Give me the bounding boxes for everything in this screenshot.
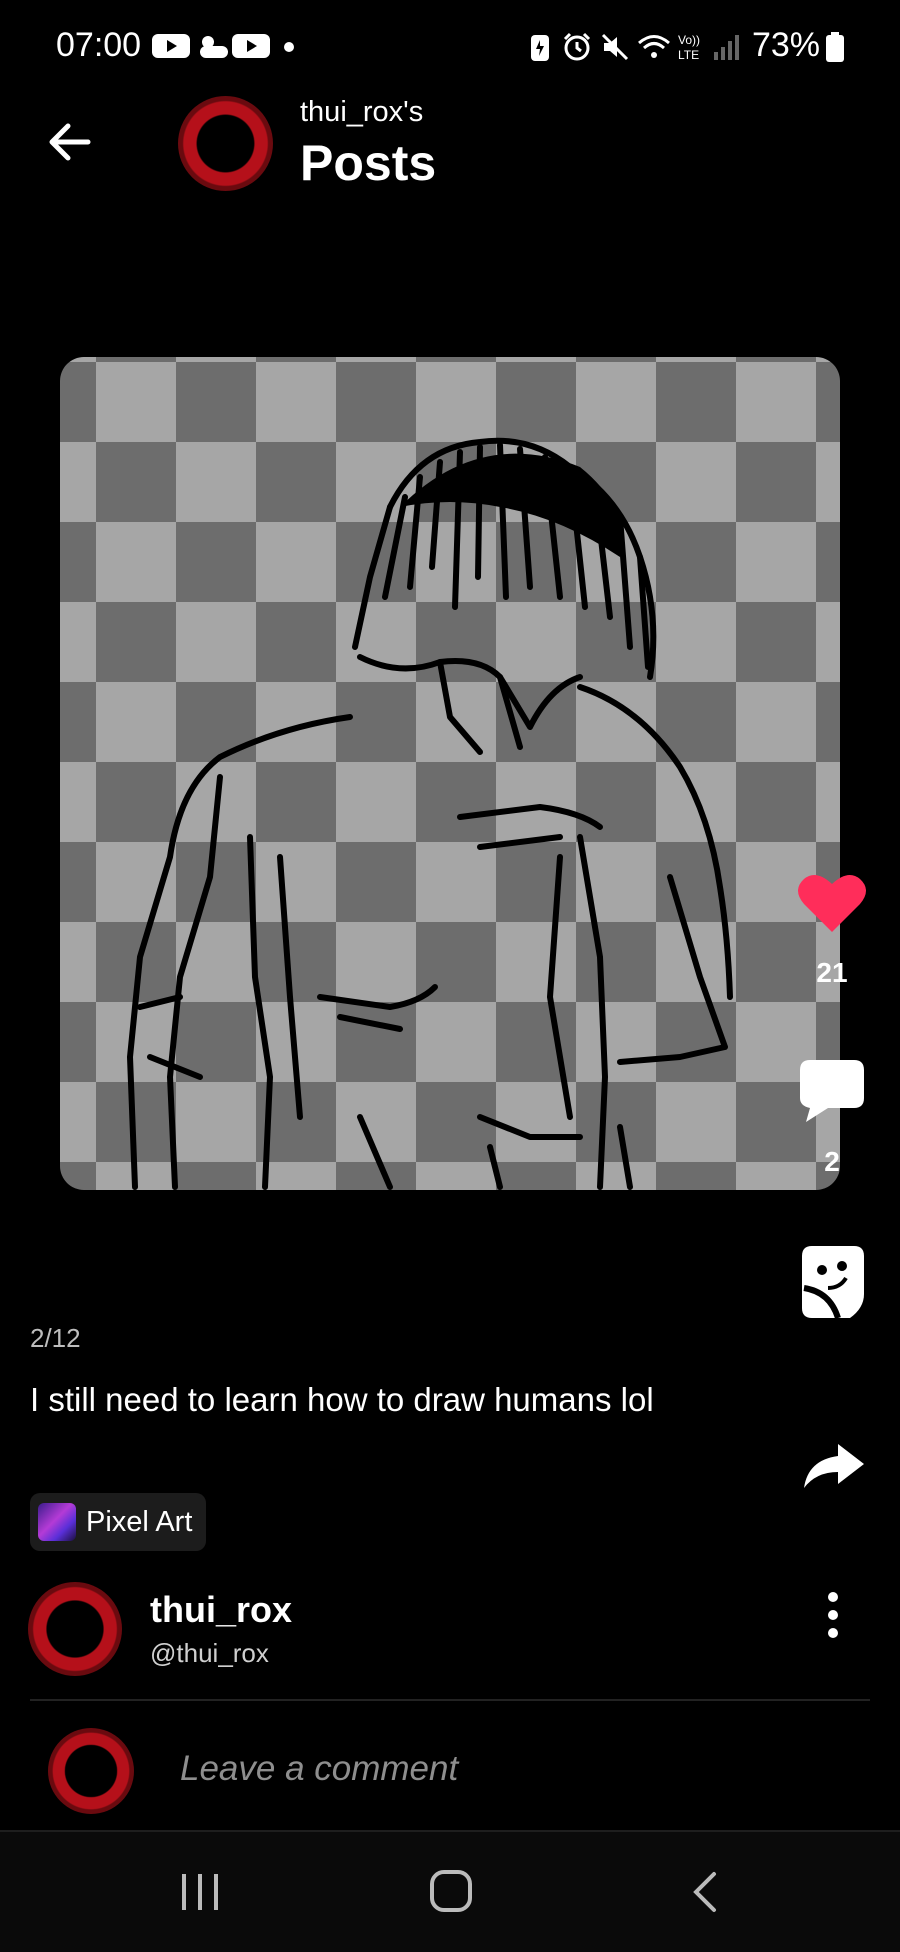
comment-bubble-icon[interactable] — [798, 1058, 866, 1124]
signal-icon — [714, 35, 739, 60]
weather-icon — [200, 36, 228, 58]
recent-apps-icon[interactable] — [178, 1870, 222, 1914]
back-nav-icon[interactable] — [690, 1870, 722, 1914]
post-caption: I still need to learn how to draw humans… — [30, 1381, 654, 1418]
youtube-icon — [232, 34, 270, 58]
dot-icon — [284, 42, 294, 52]
svg-text:LTE: LTE — [678, 48, 699, 62]
post-image[interactable] — [60, 357, 840, 1190]
home-icon[interactable] — [428, 1868, 474, 1914]
svg-text:Vo)): Vo)) — [678, 33, 700, 47]
like-heart-icon[interactable] — [798, 872, 866, 934]
youtube-icon — [152, 34, 190, 58]
commenter-avatar — [48, 1728, 134, 1814]
more-options-icon[interactable] — [820, 1590, 846, 1640]
status-time: 07:00 — [56, 26, 142, 64]
comment-count: 2 — [824, 1146, 840, 1177]
page-title: Posts — [300, 135, 437, 191]
author-name[interactable]: thui_rox — [150, 1589, 292, 1631]
page-counter: 2/12 — [30, 1323, 81, 1353]
sticker-icon[interactable] — [800, 1244, 866, 1320]
tag-pixel-art[interactable]: Pixel Art — [30, 1493, 207, 1551]
author-handle: @thui_rox — [150, 1638, 269, 1668]
like-count: 21 — [816, 957, 848, 988]
mute-icon — [601, 33, 629, 61]
author-avatar[interactable] — [28, 1582, 122, 1676]
alarm-icon — [563, 32, 591, 61]
battery-saver-icon — [531, 35, 549, 61]
comment-input[interactable]: Leave a comment — [180, 1749, 458, 1789]
battery-icon — [826, 32, 844, 62]
system-navigation-bar — [0, 1830, 900, 1952]
pixel-art-drawing — [127, 437, 733, 1190]
header-username: thui_rox's — [300, 96, 424, 128]
wifi-icon — [638, 35, 670, 58]
battery-percentage: 73% — [751, 26, 820, 64]
share-arrow-icon[interactable] — [800, 1442, 866, 1490]
divider — [30, 1699, 870, 1701]
tag-thumbnail — [38, 1503, 76, 1541]
volte-icon: Vo))LTE — [678, 33, 700, 62]
back-arrow-icon[interactable] — [48, 122, 92, 162]
header-avatar[interactable] — [178, 96, 273, 191]
tag-label: Pixel Art — [86, 1505, 193, 1538]
